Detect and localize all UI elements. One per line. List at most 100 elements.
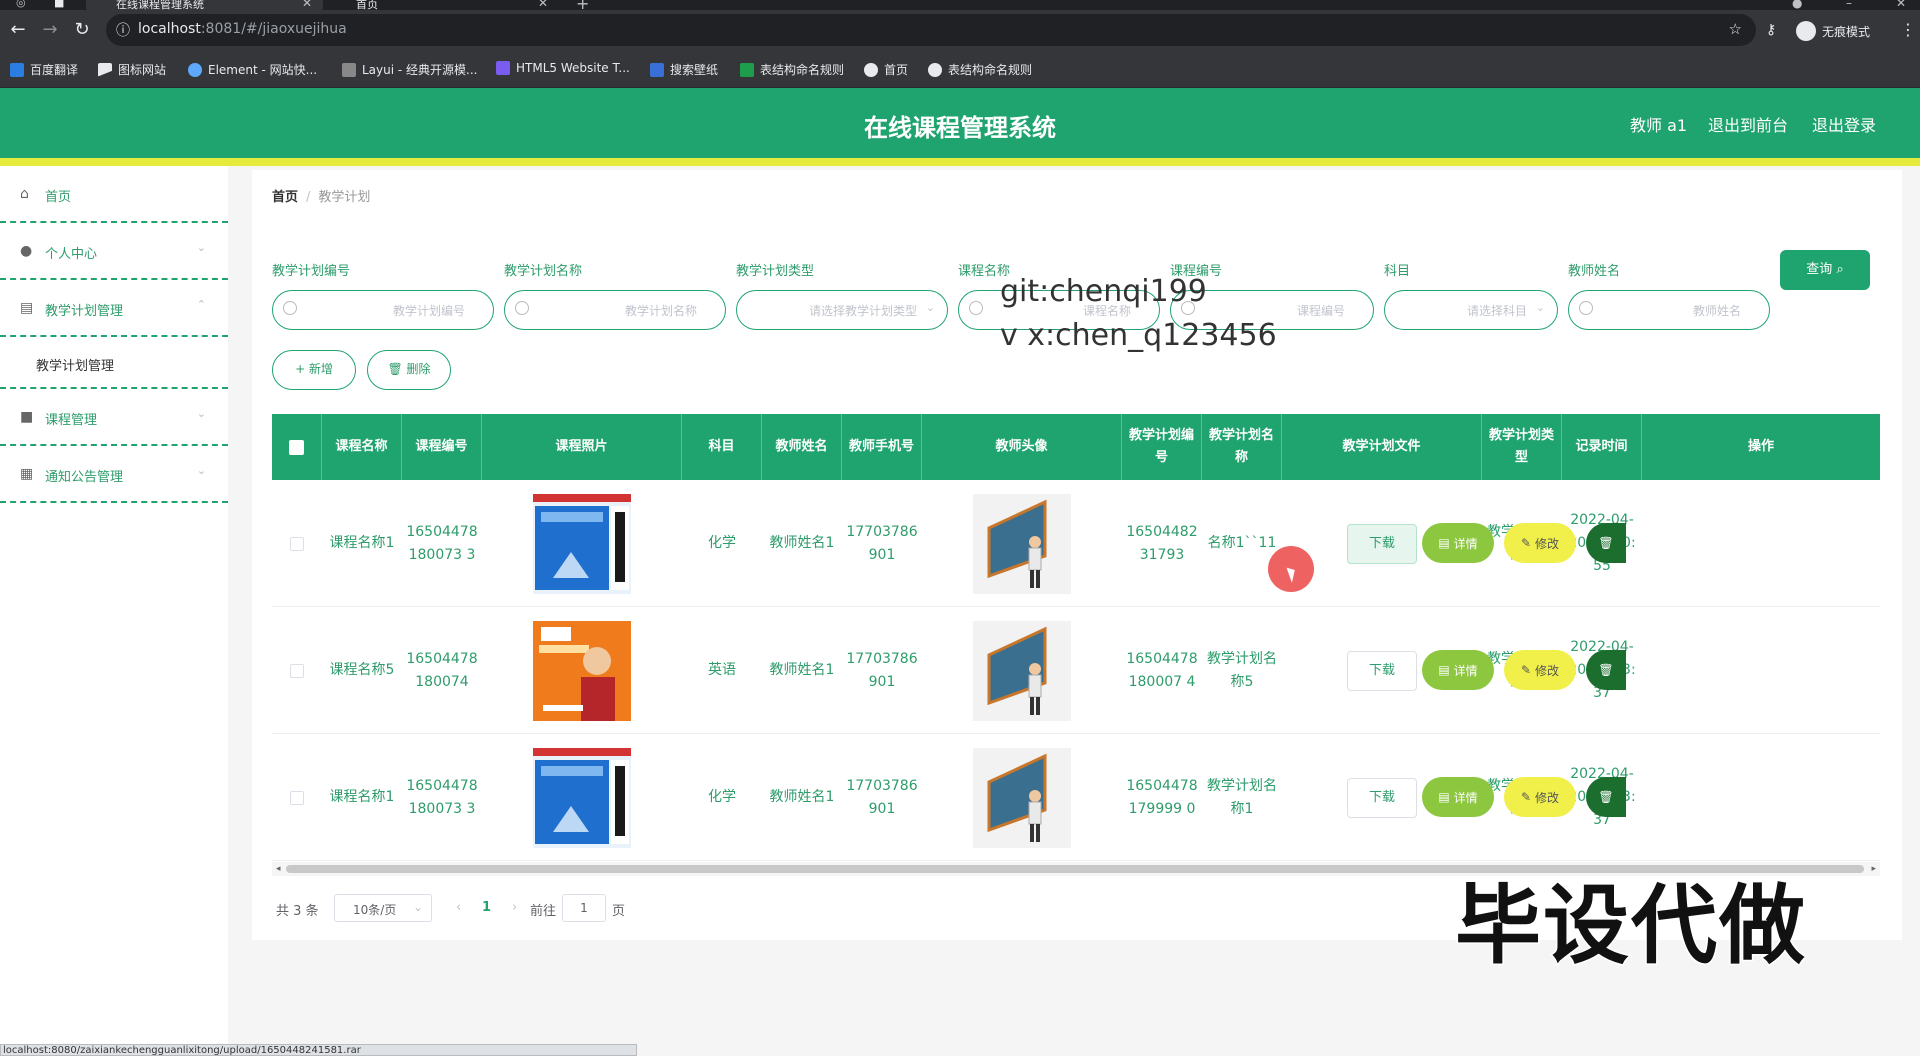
sidebar-item-course-management[interactable]: ■ 课程管理 ⌄ [0, 389, 228, 446]
sidebar-item-home[interactable]: ⌂ 首页 [0, 166, 228, 223]
teacher-name-input[interactable]: 教师姓名 [1568, 290, 1770, 330]
home-icon: ⌂ [20, 186, 29, 202]
column-header: 教师姓名 [762, 414, 842, 480]
flag-icon [98, 62, 112, 77]
menu-icon[interactable]: ⋮ [1900, 20, 1916, 39]
bookmark-item[interactable]: 首页 [864, 61, 908, 78]
sidebar-item-notice-management[interactable]: ▦ 通知公告管理 ⌄ [0, 446, 228, 503]
detail-label: 详情 [1453, 536, 1478, 551]
edit-button[interactable]: ✎ 修改 [1504, 523, 1576, 563]
delete-row-button[interactable]: 🗑 [1586, 650, 1626, 690]
plan-type-select[interactable]: 请选择教学计划类型 ⌄ [736, 290, 948, 330]
browser-tab-active[interactable]: 在线课程管理系统 ✕ [86, 0, 323, 11]
column-header: 教学计划文件 [1282, 414, 1482, 480]
detail-icon: ▤ [1438, 790, 1450, 804]
row-checkbox[interactable] [290, 790, 304, 805]
exit-to-front-link[interactable]: 退出到前台 [1708, 112, 1788, 136]
plan-name-cell: 教学计划名称1 [1207, 777, 1277, 817]
course-name-cell: 课程名称1 [329, 535, 395, 551]
delete-row-button[interactable]: 🗑 [1586, 523, 1626, 563]
page-size-select[interactable]: 10条/页 ⌄ [334, 894, 432, 922]
detail-button[interactable]: ▤ 详情 [1422, 650, 1494, 690]
next-page-icon[interactable]: › [512, 900, 517, 915]
user-icon: ● [20, 243, 33, 259]
bookmark-item[interactable]: 图标网站 [98, 61, 166, 78]
sidebar-item-plan-management[interactable]: ▤ 教学计划管理 ⌃ [0, 280, 228, 337]
bookmark-item[interactable]: 表结构命名规则 [740, 61, 844, 78]
edit-button[interactable]: ✎ 修改 [1504, 650, 1576, 690]
browser-icon: ◎ [16, 0, 26, 9]
sidebar-item-profile[interactable]: ● 个人中心 ⌄ [0, 223, 228, 280]
select-all-checkbox[interactable] [289, 439, 304, 455]
tab-close-icon[interactable]: ✕ [302, 0, 312, 10]
star-icon[interactable]: ☆ [1729, 20, 1742, 38]
delete-row-button[interactable]: 🗑 [1586, 777, 1626, 817]
scroll-left-icon[interactable]: ◂ [276, 862, 281, 876]
course-photo-image [533, 493, 631, 594]
course-no-cell: 16504478180073 3 [406, 777, 478, 817]
reload-icon[interactable]: ↻ [72, 20, 92, 40]
bookmark-item[interactable]: Element - 网站快... [188, 61, 317, 78]
status-bar-url: localhost:8080/zaixiankechengguanlixiton… [0, 1044, 637, 1056]
teacher-avatar-image [973, 620, 1071, 721]
column-header: 教学计划编号 [1122, 414, 1202, 480]
breadcrumb-home[interactable]: 首页 [272, 190, 298, 205]
detail-label: 详情 [1453, 790, 1478, 805]
minimize-icon[interactable]: – [1846, 0, 1852, 10]
app-header: 在线课程管理系统 教师 a1 退出到前台 退出登录 [0, 88, 1920, 158]
scroll-right-icon[interactable]: ▸ [1871, 862, 1876, 876]
download-button[interactable]: 下载 [1347, 523, 1417, 564]
plan-no-cell: 1650448231793 [1126, 523, 1198, 563]
plan-name-input[interactable]: 教学计划名称 [504, 290, 726, 330]
sidebar-item-label: 个人中心 [45, 247, 98, 262]
forward-icon[interactable]: → [40, 20, 60, 40]
plan-no-input[interactable]: 教学计划编号 [272, 290, 494, 330]
globe-icon [928, 62, 942, 77]
filter-label: 教学计划名称 [504, 264, 583, 279]
course-no-cell: 16504478180074 [406, 650, 478, 690]
delete-button[interactable]: 🗑 删除 [367, 350, 451, 390]
bookmark-item[interactable]: 搜索壁纸 [650, 61, 718, 78]
logout-link[interactable]: 退出登录 [1812, 112, 1876, 136]
sheet-icon [740, 62, 754, 77]
sidebar-subitem-plan-management[interactable]: 教学计划管理 [0, 337, 228, 389]
teacher-phone-cell: 17703786901 [846, 650, 918, 690]
bookmark-item[interactable]: 百度翻译 [10, 61, 78, 78]
tab-close-icon[interactable]: ✕ [538, 0, 548, 10]
url-input[interactable]: ⓘ localhost:8081/#/jiaoxuejihua ☆ [106, 14, 1756, 46]
goto-page-input[interactable]: 1 [562, 894, 606, 922]
browser-tab-strip: ◎ ■ 在线课程管理系统 ✕ 首页 ✕ + ● – ✕ [0, 0, 1920, 13]
key-icon[interactable]: ⚷ [1766, 22, 1776, 38]
bookmark-item[interactable]: 表结构命名规则 [928, 61, 1032, 78]
chevron-down-icon: ⌄ [196, 407, 206, 420]
row-checkbox[interactable] [290, 536, 304, 551]
search-icon [515, 301, 529, 315]
close-window-icon[interactable]: ✕ [1896, 0, 1906, 10]
edit-label: 修改 [1535, 536, 1560, 551]
page-number-current[interactable]: 1 [482, 900, 491, 915]
globe-icon [864, 62, 878, 77]
search-button[interactable]: 查询 ⌕ [1780, 250, 1870, 290]
info-icon[interactable]: ⓘ [116, 20, 130, 40]
column-header: 教学计划名称 [1202, 414, 1282, 480]
window-icon: ■ [54, 0, 65, 9]
current-user[interactable]: 教师 a1 [1630, 112, 1687, 136]
download-button[interactable]: 下载 [1347, 650, 1417, 691]
chevron-down-icon: ⌄ [196, 464, 206, 477]
row-checkbox[interactable] [290, 663, 304, 678]
edit-button[interactable]: ✎ 修改 [1504, 777, 1576, 817]
course-photo-cell [482, 607, 682, 734]
back-icon[interactable]: ← [8, 20, 28, 40]
bookmark-item[interactable]: Layui - 经典开源模... [342, 61, 477, 78]
prev-page-icon[interactable]: ‹ [456, 900, 461, 915]
detail-button[interactable]: ▤ 详情 [1422, 777, 1494, 817]
bookmark-item[interactable]: HTML5 Website T... [496, 61, 630, 75]
add-button[interactable]: + 新增 [272, 350, 356, 390]
filter-label: 科目 [1384, 264, 1411, 279]
download-button[interactable]: 下载 [1347, 777, 1417, 818]
placeholder: 课程编号 [1296, 304, 1345, 318]
subject-select[interactable]: 请选择科目 ⌄ [1384, 290, 1558, 330]
incognito-indicator[interactable]: 无痕模式 [1796, 19, 1870, 43]
user-icon[interactable]: ● [1792, 0, 1802, 10]
detail-button[interactable]: ▤ 详情 [1422, 523, 1494, 563]
